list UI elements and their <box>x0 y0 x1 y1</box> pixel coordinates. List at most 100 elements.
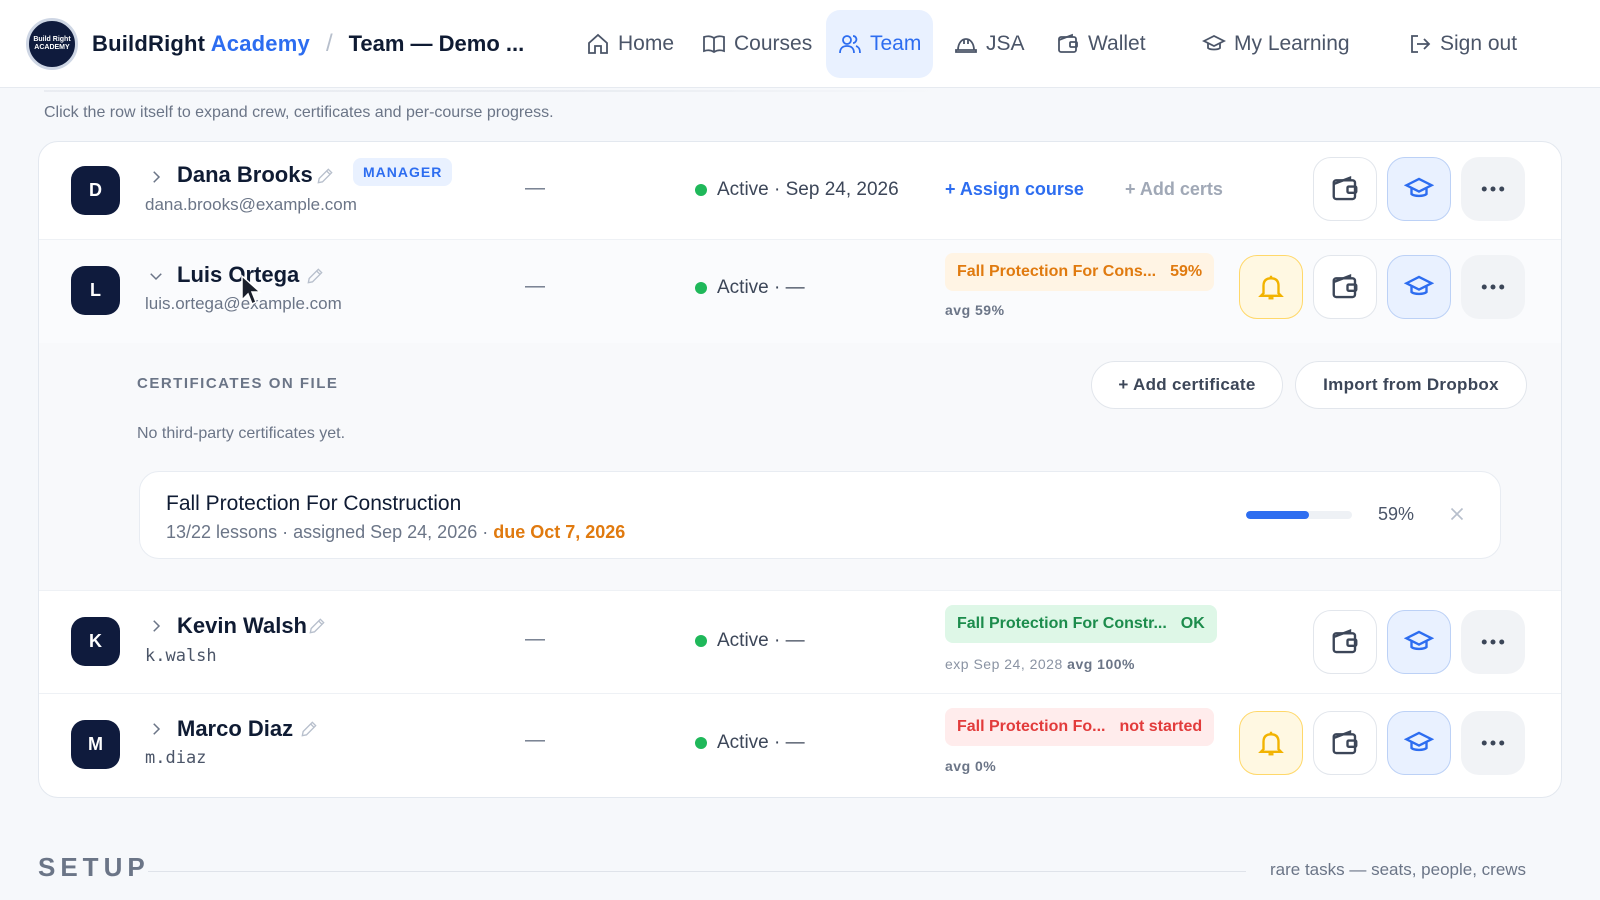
member-status-text: Active · — <box>717 732 805 753</box>
course-progress-chip[interactable]: Fall Protection For Cons... 59% <box>945 253 1215 291</box>
wallet-button[interactable] <box>1313 255 1377 319</box>
nav-team[interactable]: Team <box>826 10 934 78</box>
graduation-cap-icon <box>1404 731 1434 752</box>
brand-name-part1: BuildRight <box>92 30 206 56</box>
average-progress-note: avg 0% <box>945 758 996 774</box>
more-actions-button[interactable] <box>1461 255 1525 319</box>
section-divider <box>148 871 1246 872</box>
wallet-button[interactable] <box>1313 157 1377 221</box>
expiry-value: exp Sep 24, 2028 <box>945 656 1063 672</box>
member-row-kevin-walsh[interactable]: K Kevin Walsh k.walsh — Active · — Fall … <box>39 591 1561 694</box>
nav-home-label: Home <box>618 32 675 55</box>
course-progress-chip[interactable]: Fall Protection Fo... not started <box>945 708 1215 746</box>
member-crew: — <box>525 177 545 199</box>
chip-course-name: Fall Protection For Cons... <box>957 263 1157 280</box>
brand-name[interactable]: BuildRight Academy <box>92 31 310 57</box>
member-name: Luis Ortega <box>177 262 300 287</box>
setup-section-note: rare tasks — seats, people, crews <box>1270 860 1527 879</box>
users-icon <box>839 35 861 54</box>
more-actions-button[interactable] <box>1461 610 1525 674</box>
member-crew: — <box>525 275 545 297</box>
chevron-right-icon[interactable] <box>147 720 165 738</box>
member-row-marco-diaz[interactable]: M Marco Diaz m.diaz — Active · — Fall Pr… <box>39 694 1561 797</box>
active-status-dot <box>695 635 707 647</box>
wallet-button[interactable] <box>1313 711 1377 775</box>
member-status: Active · Sep 24, 2026 <box>695 179 899 201</box>
chip-value: 59% <box>1170 263 1203 280</box>
more-actions-button[interactable] <box>1461 157 1525 221</box>
learning-button[interactable] <box>1387 157 1451 221</box>
nav-sign-out-label: Sign out <box>1440 32 1518 55</box>
chip-value: OK <box>1180 615 1205 632</box>
course-meta-text: 13/22 lessons · assigned Sep 24, 2026 · <box>166 522 494 542</box>
add-certs-link[interactable]: + Add certs <box>1125 179 1223 200</box>
learning-button[interactable] <box>1387 255 1451 319</box>
average-progress-note: avg 59% <box>945 302 1005 318</box>
learning-button[interactable] <box>1387 711 1451 775</box>
nav-home[interactable]: Home <box>574 10 686 78</box>
add-certificate-button[interactable]: + Add certificate <box>1091 361 1283 409</box>
course-meta: 13/22 lessons · assigned Sep 24, 2026 · … <box>166 522 625 543</box>
reminder-button[interactable] <box>1239 711 1303 775</box>
chip-course-name: Fall Protection Fo... <box>957 718 1106 735</box>
team-members-card: D Dana Brooks MANAGER dana.brooks@exampl… <box>38 141 1562 798</box>
chevron-right-icon[interactable] <box>147 617 165 635</box>
academy-logo[interactable]: Build Right ACADEMY <box>26 17 78 70</box>
nav-courses[interactable]: Courses <box>690 10 824 78</box>
wallet-icon <box>1332 730 1358 755</box>
graduation-cap-icon <box>1404 630 1434 651</box>
chevron-down-icon[interactable] <box>147 267 165 285</box>
hard-hat-icon <box>955 38 977 53</box>
average-value: avg 59% <box>945 302 1005 318</box>
reminder-button[interactable] <box>1239 255 1303 319</box>
member-crew: — <box>525 628 545 650</box>
home-icon <box>588 33 608 54</box>
avatar: D <box>71 166 120 215</box>
breadcrumb-separator: / <box>325 29 333 57</box>
member-name: Marco Diaz <box>177 716 294 741</box>
active-status-dot <box>695 737 707 749</box>
no-certificates-text: No third-party certificates yet. <box>137 425 346 442</box>
course-progress-bar <box>1246 511 1352 519</box>
member-email: m.diaz <box>145 748 207 768</box>
wallet-icon <box>1332 176 1358 201</box>
active-status-dot <box>695 282 707 294</box>
average-value: avg 0% <box>945 758 997 774</box>
more-horizontal-icon <box>1481 740 1505 746</box>
avatar: L <box>71 266 120 315</box>
assigned-course-card: Fall Protection For Construction 13/22 l… <box>139 471 1501 559</box>
scrolled-text-remnant <box>44 90 944 92</box>
learning-button[interactable] <box>1387 610 1451 674</box>
avatar: K <box>71 617 120 666</box>
wallet-icon <box>1332 629 1358 654</box>
nav-my-learning[interactable]: My Learning <box>1190 10 1362 78</box>
member-detail-panel: CERTIFICATES ON FILE + Add certificate I… <box>39 343 1561 591</box>
certificates-section-title: CERTIFICATES ON FILE <box>137 375 339 392</box>
more-actions-button[interactable] <box>1461 711 1525 775</box>
course-progress-fill <box>1246 511 1309 519</box>
member-row-luis-ortega[interactable]: L Luis Ortega luis.ortega@example.com — … <box>39 240 1561 343</box>
edit-pencil-icon[interactable] <box>305 266 325 286</box>
member-name: Dana Brooks <box>177 162 313 187</box>
member-name: Kevin Walsh <box>177 613 307 638</box>
nav-sign-out[interactable]: Sign out <box>1396 10 1529 78</box>
edit-pencil-icon[interactable] <box>299 719 319 739</box>
brand-name-part2: Academy <box>210 30 310 56</box>
nav-jsa-label: JSA <box>986 32 1025 55</box>
manager-badge: MANAGER <box>353 158 453 186</box>
edit-pencil-icon[interactable] <box>315 166 335 186</box>
edit-pencil-icon[interactable] <box>307 616 327 636</box>
assign-course-link[interactable]: + Assign course <box>945 179 1084 200</box>
wallet-button[interactable] <box>1313 610 1377 674</box>
nav-wallet-label: Wallet <box>1088 32 1146 55</box>
member-row-dana-brooks[interactable]: D Dana Brooks MANAGER dana.brooks@exampl… <box>39 142 1561 240</box>
avatar: M <box>71 720 120 769</box>
import-from-dropbox-button[interactable]: Import from Dropbox <box>1295 361 1527 409</box>
course-progress-chip[interactable]: Fall Protection For Constr... OK <box>945 605 1217 643</box>
nav-jsa[interactable]: JSA <box>942 10 1037 78</box>
nav-wallet[interactable]: Wallet <box>1044 10 1158 78</box>
chevron-right-icon[interactable] <box>147 168 165 186</box>
remove-course-icon[interactable] <box>1446 503 1468 525</box>
nav-my-learning-label: My Learning <box>1234 32 1350 55</box>
active-status-dot <box>695 184 707 196</box>
